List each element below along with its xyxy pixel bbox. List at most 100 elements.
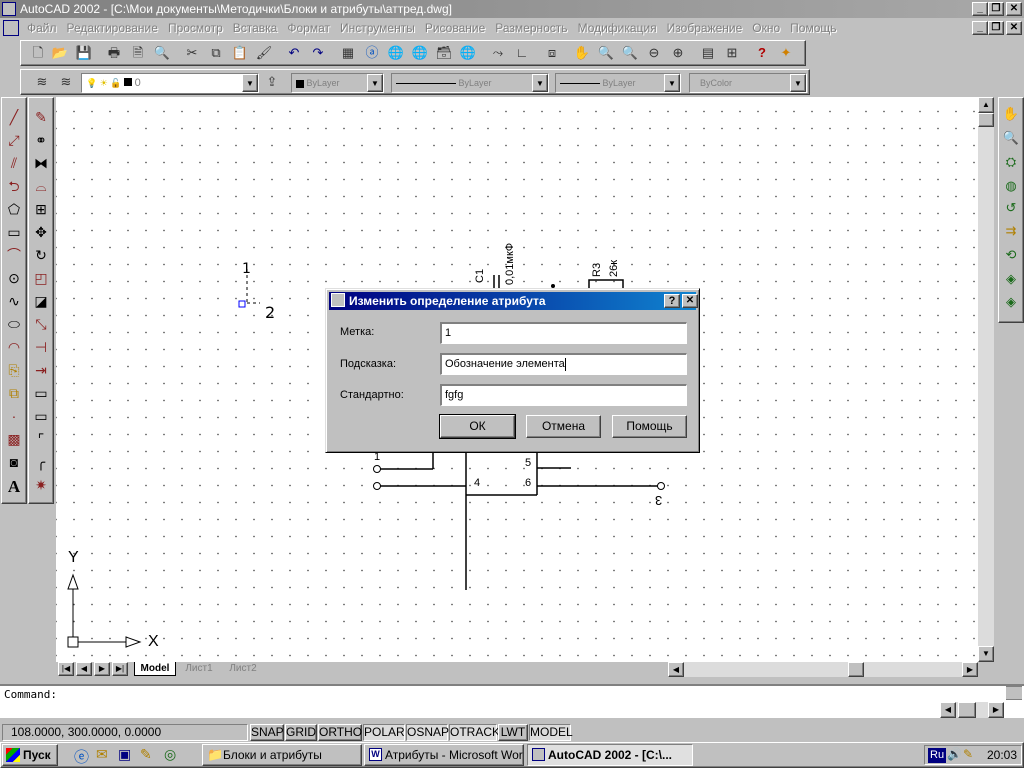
linetype-combo[interactable]: ByLayer ▼: [391, 73, 549, 93]
orbit-icon[interactable]: ⛭: [1000, 151, 1022, 173]
scroll-h-thumb[interactable]: [848, 662, 864, 677]
ok-button[interactable]: ОК: [439, 414, 516, 439]
dialog-close-button[interactable]: ✕: [682, 294, 698, 308]
break-at-point-icon[interactable]: ▭: [30, 405, 52, 427]
dialog-help-button[interactable]: ?: [664, 294, 680, 308]
help-icon[interactable]: ?: [751, 42, 773, 64]
chamfer-icon[interactable]: ⌜: [30, 428, 52, 450]
menu-view[interactable]: Просмотр: [163, 18, 228, 38]
menu-help[interactable]: Помощь: [785, 18, 841, 38]
erase-icon[interactable]: ✎: [30, 106, 52, 128]
prompt-input[interactable]: Обозначение элемента: [440, 353, 687, 375]
web-icon[interactable]: 🌐: [385, 42, 407, 64]
construction-line-icon[interactable]: ⤢: [3, 129, 25, 151]
insert-block-icon[interactable]: ⎘: [3, 359, 25, 381]
continuous-orbit-icon[interactable]: ↺: [1000, 197, 1022, 219]
start-button[interactable]: Пуск: [2, 744, 58, 766]
ucs-icon[interactable]: ∟: [511, 42, 533, 64]
dialog-title-bar[interactable]: Изменить определение атрибута ? ✕: [329, 292, 698, 310]
menu-tools[interactable]: Инструменты: [335, 18, 420, 38]
lwt-toggle[interactable]: LWT: [498, 724, 528, 741]
design-center-icon[interactable]: ▦: [337, 42, 359, 64]
scroll-thumb[interactable]: [978, 113, 994, 127]
copy-icon[interactable]: ⧉: [205, 42, 227, 64]
snap-toggle[interactable]: SNAP: [250, 724, 284, 741]
otrack-toggle[interactable]: OTRACK: [449, 724, 500, 741]
rotate-icon[interactable]: ↻: [30, 244, 52, 266]
osnap-toggle[interactable]: OSNAP: [406, 724, 449, 741]
spellcheck-icon[interactable]: 🔍: [151, 42, 173, 64]
menu-image[interactable]: Изображение: [662, 18, 748, 38]
tray-icon[interactable]: 🔊: [947, 747, 962, 761]
fillet-icon[interactable]: ╭: [30, 451, 52, 473]
ortho-toggle[interactable]: ORTHO: [318, 724, 362, 741]
3d-orbit-icon[interactable]: ◍: [1000, 175, 1022, 197]
mirror-icon[interactable]: ⧓: [30, 152, 52, 174]
doc-close-button[interactable]: ✕: [1006, 21, 1022, 35]
menu-format[interactable]: Формат: [282, 18, 335, 38]
tag-input[interactable]: 1: [440, 322, 687, 344]
tab-layout1[interactable]: Лист1: [178, 662, 220, 675]
rectangle-icon[interactable]: ▭: [3, 221, 25, 243]
grid-toggle[interactable]: GRID: [285, 724, 317, 741]
polyline-icon[interactable]: ⮌: [3, 175, 25, 197]
zoom-window-icon[interactable]: 🔍: [619, 42, 641, 64]
polygon-icon[interactable]: ⬠: [3, 198, 25, 220]
task-explorer[interactable]: 📁 Блоки и атрибуты: [202, 744, 362, 766]
default-input[interactable]: fgfg: [440, 384, 687, 406]
publish-icon[interactable]: 🌐: [409, 42, 431, 64]
menu-draw[interactable]: Рисование: [420, 18, 490, 38]
doc-restore-button[interactable]: ❐: [988, 21, 1004, 35]
array-icon[interactable]: ⊞: [30, 198, 52, 220]
arc-icon[interactable]: ⌒: [3, 244, 25, 266]
lineweight-combo[interactable]: ByLayer ▼: [555, 73, 681, 93]
scroll-left-button[interactable]: ◀: [668, 662, 684, 677]
menu-dimension[interactable]: Размерность: [490, 18, 572, 38]
stretch-icon[interactable]: ◪: [30, 290, 52, 312]
scroll-down-button[interactable]: ▼: [978, 646, 994, 662]
tray-icon[interactable]: ✎: [963, 747, 973, 761]
new-icon[interactable]: 🗋: [27, 42, 49, 64]
extend-icon[interactable]: ⇥: [30, 359, 52, 381]
menu-modify[interactable]: Модификация: [573, 18, 662, 38]
restore-button[interactable]: ❐: [988, 2, 1004, 16]
print-icon[interactable]: 🖶: [103, 42, 125, 64]
command-scrollbar[interactable]: ◀ ▶: [940, 702, 1004, 718]
match-properties-icon[interactable]: 🖌: [253, 42, 275, 64]
today-icon[interactable]: ✦: [775, 42, 797, 64]
menu-file[interactable]: Файл: [22, 18, 62, 38]
undo-icon[interactable]: ↶: [283, 42, 305, 64]
help-button[interactable]: Помощь: [612, 415, 687, 438]
move-icon[interactable]: ✥: [30, 221, 52, 243]
open-icon[interactable]: 📂: [49, 42, 71, 64]
swivel-icon[interactable]: ⟲: [1000, 244, 1022, 266]
next-tab-button[interactable]: ▶: [94, 662, 110, 676]
vertical-scrollbar[interactable]: ▲ ▼: [978, 97, 994, 662]
task-word[interactable]: W Атрибуты - Microsoft Word: [364, 744, 524, 766]
tab-layout2[interactable]: Лист2: [222, 662, 264, 675]
cancel-button[interactable]: Отмена: [526, 415, 601, 438]
menu-insert[interactable]: Вставка: [228, 18, 283, 38]
print-preview-icon[interactable]: 🗎: [127, 42, 149, 64]
polar-toggle[interactable]: POLAR: [363, 724, 405, 741]
save-icon[interactable]: 💾: [73, 42, 95, 64]
prev-tab-button[interactable]: ◀: [76, 662, 92, 676]
hyperlink-icon[interactable]: ⓐ: [361, 42, 383, 64]
ellipse-arc-icon[interactable]: ◠: [3, 336, 25, 358]
tab-model[interactable]: Model: [134, 662, 176, 676]
cmd-scroll-right[interactable]: ▶: [988, 702, 1004, 718]
adjust-distance-icon[interactable]: ⇉: [1000, 220, 1022, 242]
doc-minimize-button[interactable]: _: [972, 21, 988, 35]
make-current-layer-icon[interactable]: ⇪: [261, 71, 283, 93]
color-combo[interactable]: ByLayer ▼: [291, 73, 384, 93]
explode-icon[interactable]: ✷: [30, 474, 52, 496]
outlook-icon[interactable]: ✉: [96, 746, 108, 763]
coordinates-display[interactable]: 108.0000, 300.0000, 0.0000: [2, 724, 248, 741]
command-grip-icon[interactable]: [1006, 686, 1022, 700]
offset-icon[interactable]: ⌓: [30, 175, 52, 197]
lengthen-icon[interactable]: ⤡: [30, 313, 52, 335]
zoom-icon[interactable]: 🔍: [1000, 127, 1022, 149]
app-quicklaunch-icon[interactable]: ◎: [164, 746, 176, 763]
make-block-icon[interactable]: ⧉: [3, 382, 25, 404]
display-order-icon[interactable]: ⧈: [541, 42, 563, 64]
